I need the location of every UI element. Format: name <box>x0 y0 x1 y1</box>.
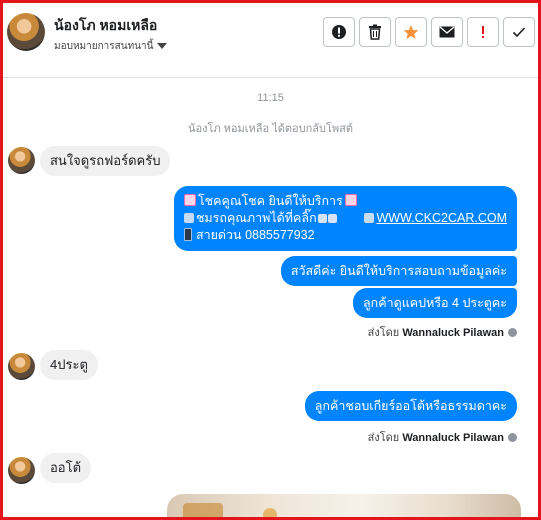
caret-down-icon <box>157 43 168 50</box>
play-icon <box>183 213 194 223</box>
down-arrow-icon <box>317 214 327 223</box>
envelope-icon <box>439 26 455 38</box>
avatar <box>8 147 35 174</box>
assign-conversation-dropdown[interactable]: มอบหมายการสนทนานี้ <box>54 39 168 54</box>
image-detail <box>183 503 223 517</box>
image-detail <box>263 508 277 517</box>
outgoing-message: ลูกค้าดูแคปหรือ 4 ประตูคะ <box>353 288 517 318</box>
incoming-message: ออโต้ <box>40 453 92 483</box>
website-link[interactable]: WWW.CKC2CAR.COM <box>376 211 507 225</box>
star-button[interactable] <box>395 17 427 47</box>
report-info-button[interactable] <box>323 17 355 47</box>
sent-by-label: ส่งโดย Wannaluck Pilawan <box>368 323 517 341</box>
gift-icon <box>344 194 357 206</box>
message-line: ชมรถคุณภาพได้ที่คลิ๊ก <box>195 211 317 225</box>
assign-label: มอบหมายการสนทนานี้ <box>54 41 154 52</box>
trash-icon <box>369 24 381 40</box>
timestamp: 11:15 <box>257 92 284 104</box>
info-icon[interactable] <box>508 433 517 442</box>
sender-name: Wannaluck Pilawan <box>402 327 504 339</box>
follow-up-button[interactable] <box>467 17 499 47</box>
incoming-message: สนใจดูรถฟอร์ดครับ <box>40 146 171 176</box>
mark-unread-button[interactable] <box>431 17 463 47</box>
reply-notice: น้องโภ หอมเหลือ ได้ตอบกลับโพสต์ <box>187 123 354 135</box>
alert-circle-icon <box>332 25 346 39</box>
avatar <box>8 353 35 380</box>
avatar <box>8 457 35 484</box>
sender-name: Wannaluck Pilawan <box>402 432 504 444</box>
star-icon <box>403 25 419 39</box>
delete-button[interactable] <box>359 17 391 47</box>
phone-icon <box>183 228 192 241</box>
sent-by-prefix: ส่งโดย <box>367 327 400 339</box>
sent-by-prefix: ส่งโดย <box>367 432 400 444</box>
exclamation-icon <box>482 26 484 38</box>
outgoing-message: ลูกค้าชอบเกียร์ออโต้หรือธรรมดาคะ <box>304 391 517 421</box>
conversation-window: น้องโภ หอมเหลือ มอบหมายการสนทนานี้ 11:15 <box>0 0 541 520</box>
contact-name[interactable]: น้องโภ หอมเหลือ <box>54 15 157 37</box>
avatar[interactable] <box>7 13 45 51</box>
sent-by-label: ส่งโดย Wannaluck Pilawan <box>368 428 517 446</box>
incoming-message: 4ประตู <box>40 350 98 380</box>
outgoing-message: สวัสดีค่ะ ยินดีให้บริการสอบถามข้อมูลค่ะ <box>280 256 517 286</box>
play-icon <box>364 213 375 223</box>
info-icon[interactable] <box>508 328 517 337</box>
gift-icon <box>183 194 196 206</box>
message-line: โชคคูณโชค ยินดีให้บริการ <box>197 194 343 208</box>
checkmark-icon <box>512 27 526 38</box>
outgoing-message: โชคคูณโชค ยินดีให้บริการ ชมรถคุณภาพได้ที… <box>173 186 517 251</box>
down-arrow-icon <box>327 214 337 223</box>
action-toolbar <box>323 17 535 47</box>
mark-done-button[interactable] <box>503 17 535 47</box>
message-line: สายด่วน 0885577932 <box>195 228 315 242</box>
conversation-header: น้องโภ หอมเหลือ มอบหมายการสนทนานี้ <box>3 3 538 78</box>
